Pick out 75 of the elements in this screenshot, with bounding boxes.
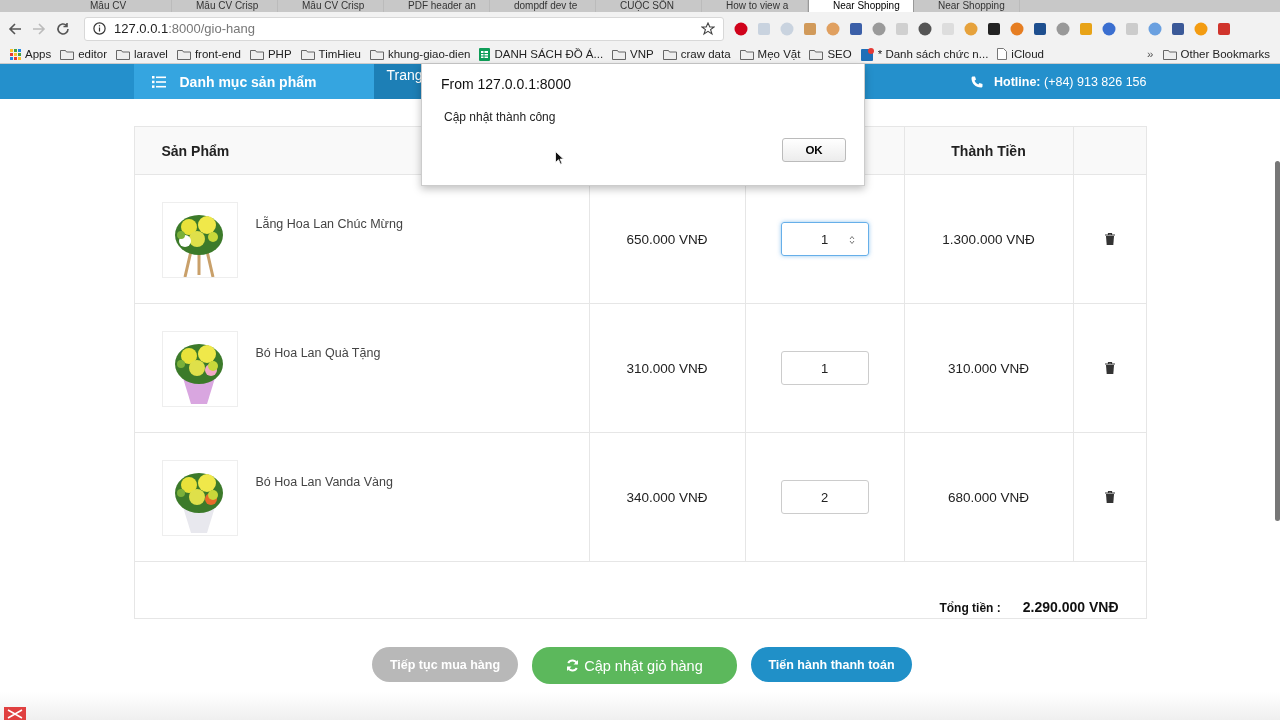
price-text: 340.000 VNĐ bbox=[626, 489, 708, 505]
quantity-field[interactable]: 1 bbox=[780, 351, 869, 385]
product-name[interactable]: Bó Hoa Lan Vanda Vàng bbox=[255, 460, 393, 489]
product-name[interactable]: Bó Hoa Lan Quà Tặng bbox=[255, 331, 381, 360]
total-label: Tổng tiền : bbox=[939, 601, 1001, 615]
folder-icon bbox=[369, 48, 384, 60]
reload-icon[interactable] bbox=[56, 21, 70, 36]
info-icon bbox=[93, 22, 106, 35]
extension-icon[interactable] bbox=[918, 21, 932, 36]
spreadsheet-icon bbox=[479, 47, 491, 61]
folder-icon bbox=[739, 48, 754, 60]
url-path: :8000/gio-hang bbox=[168, 21, 255, 36]
list-icon bbox=[151, 75, 166, 88]
extension-icon[interactable] bbox=[1171, 21, 1185, 36]
bookmarks-overflow-button[interactable]: » bbox=[1147, 48, 1154, 60]
folder-icon bbox=[662, 48, 677, 60]
checkout-button[interactable]: Tiến hành thanh toán bbox=[751, 647, 912, 682]
price-text: 650.000 VNĐ bbox=[626, 231, 708, 247]
bookmark[interactable]: craw data bbox=[662, 48, 731, 60]
column-header: Thành Tiền bbox=[951, 142, 1026, 159]
bookmark[interactable]: SEO bbox=[809, 48, 852, 60]
back-icon[interactable] bbox=[8, 21, 22, 36]
bookmark[interactable]: DANH SÁCH ĐỒ Á... bbox=[479, 47, 604, 61]
extension-icon[interactable] bbox=[987, 21, 1001, 36]
line-total-text: 310.000 VNĐ bbox=[947, 360, 1030, 376]
bookmark[interactable]: khung-giao-dien bbox=[369, 48, 471, 60]
forward-icon[interactable] bbox=[32, 21, 46, 36]
folder-icon bbox=[249, 48, 264, 60]
address-bar[interactable]: 127.0.0.1:8000/gio-hang bbox=[84, 16, 724, 41]
product-name[interactable]: Lẵng Hoa Lan Chúc Mừng bbox=[255, 202, 403, 231]
folder-icon bbox=[300, 48, 315, 60]
star-icon[interactable] bbox=[701, 21, 715, 36]
scrollbar-thumb[interactable] bbox=[1275, 161, 1280, 521]
folder-icon bbox=[1162, 48, 1177, 60]
trash-icon[interactable] bbox=[1104, 233, 1115, 245]
bookmark[interactable]: laravel bbox=[116, 48, 168, 60]
quantity-field[interactable]: 1 bbox=[780, 222, 869, 256]
apps-grid-icon bbox=[10, 48, 21, 60]
page-icon bbox=[997, 48, 1008, 60]
line-total-text: 680.000 VNĐ bbox=[947, 489, 1030, 505]
line-total-text: 1.300.000 VNĐ bbox=[942, 231, 1035, 247]
hotline-text: Hotline: (+84) 913 826 156 bbox=[993, 74, 1147, 89]
mouse-cursor-icon bbox=[555, 151, 564, 165]
column-header: Sản Phẩm bbox=[161, 142, 230, 159]
bookmark[interactable]: front-end bbox=[176, 48, 241, 60]
folder-icon bbox=[116, 48, 130, 60]
folder-icon bbox=[809, 48, 824, 60]
url-host: 127.0.0.1 bbox=[114, 21, 169, 36]
trash-icon[interactable] bbox=[1104, 362, 1115, 374]
bookmark[interactable]: Apps bbox=[10, 48, 52, 60]
folder-icon bbox=[176, 48, 191, 60]
bookmark[interactable]: iCloud bbox=[997, 48, 1044, 60]
bookmark[interactable]: * Danh sách chức n... bbox=[860, 47, 989, 61]
price-text: 310.000 VNĐ bbox=[626, 360, 708, 376]
folder-icon bbox=[612, 48, 627, 60]
quantity-field[interactable]: 2 bbox=[780, 480, 869, 514]
bookmark[interactable]: editor bbox=[60, 48, 107, 60]
app-icon bbox=[860, 47, 874, 61]
trash-icon[interactable] bbox=[1104, 491, 1115, 503]
ok-button[interactable]: OK bbox=[782, 138, 846, 162]
bookmark[interactable]: Mẹo Vặt bbox=[739, 48, 801, 60]
refresh-icon bbox=[566, 659, 580, 672]
dialog-title: From 127.0.0.1:8000 bbox=[441, 76, 572, 92]
bookmark[interactable]: PHP bbox=[249, 48, 292, 60]
bookmark[interactable]: TimHieu bbox=[300, 48, 361, 60]
phone-icon bbox=[970, 75, 983, 88]
bookmark[interactable]: Other Bookmarks bbox=[1162, 48, 1270, 60]
browser-tab[interactable]: Near Shopping bbox=[808, 0, 914, 12]
total-amount: 2.290.000 VNĐ bbox=[1022, 599, 1119, 615]
folder-icon bbox=[60, 48, 75, 60]
bookmark[interactable]: VNP bbox=[612, 48, 654, 60]
dialog-message: Cập nhật thành công bbox=[443, 110, 557, 124]
spinner-icon[interactable] bbox=[848, 235, 855, 245]
extension-icon[interactable] bbox=[1033, 21, 1047, 36]
app-icon bbox=[4, 707, 26, 720]
